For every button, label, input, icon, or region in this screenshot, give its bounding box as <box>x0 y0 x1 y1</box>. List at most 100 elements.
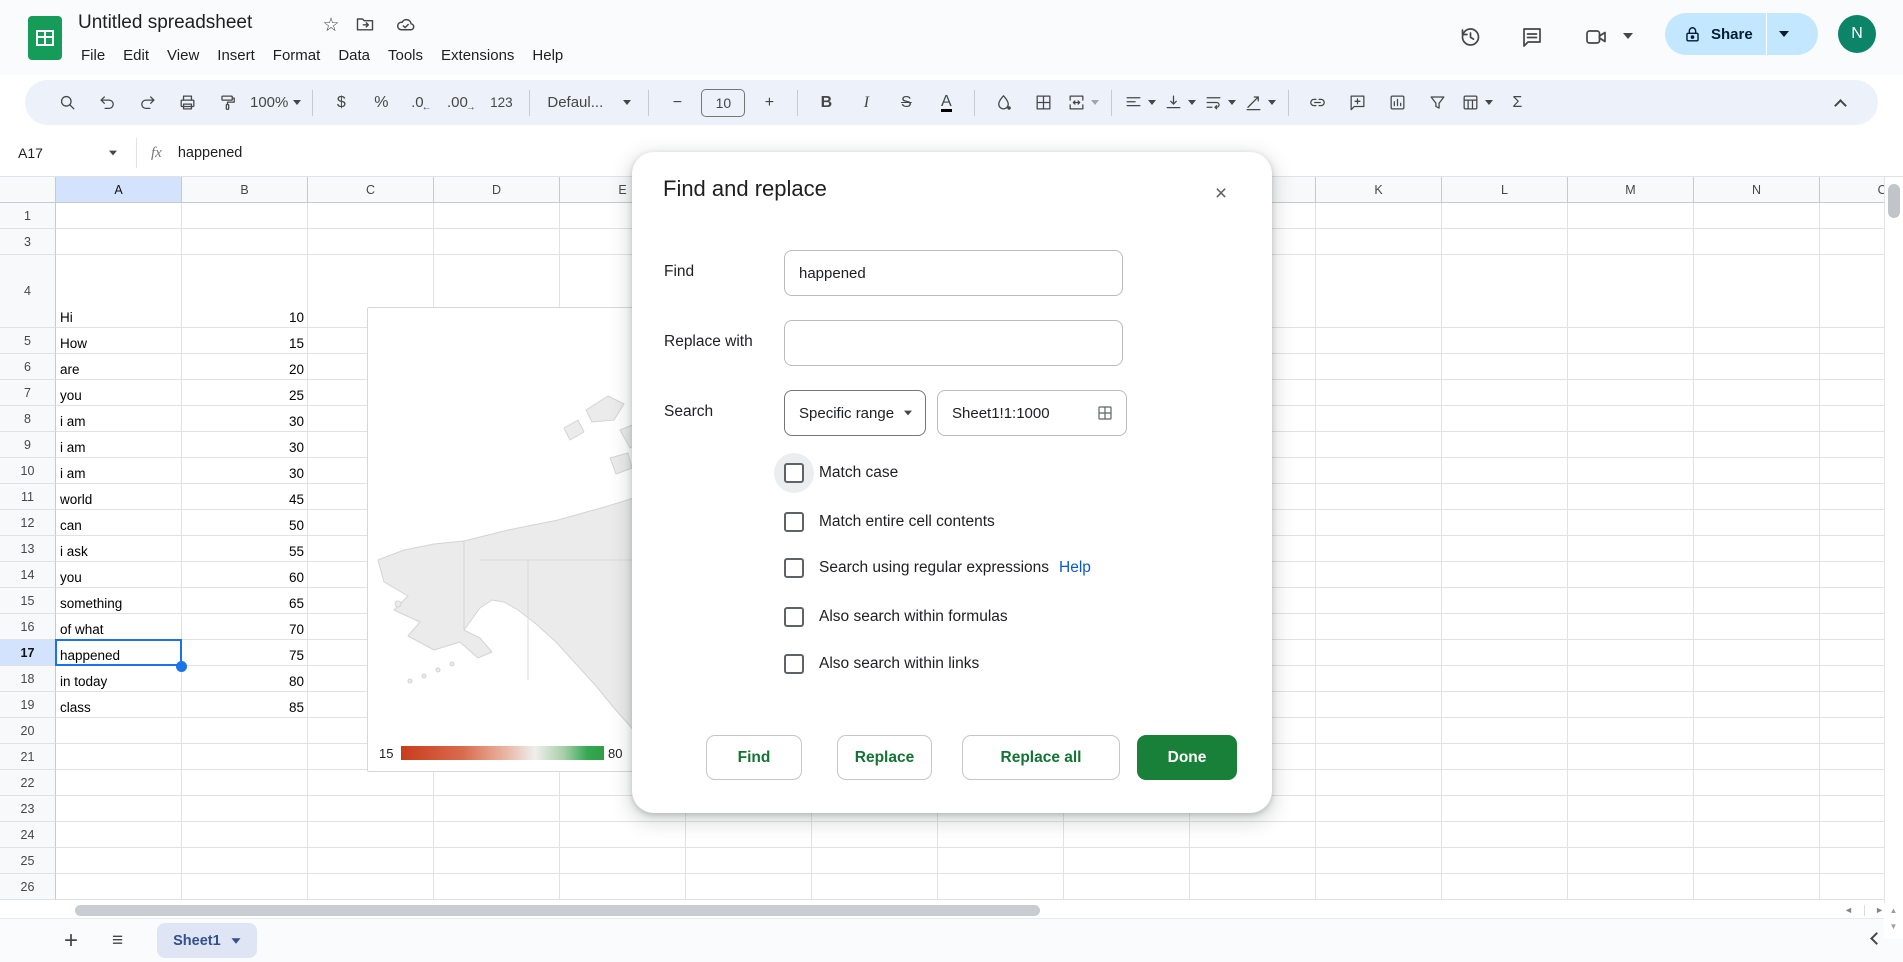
row-header-5[interactable]: 5 <box>0 328 56 354</box>
cell-A14[interactable]: you <box>56 562 182 588</box>
add-sheet-button[interactable]: + <box>64 927 78 955</box>
vertical-scrollbar[interactable] <box>1884 177 1903 903</box>
menu-data[interactable]: Data <box>329 44 379 70</box>
cell-B15[interactable]: 65 <box>182 588 308 614</box>
row-header-10[interactable]: 10 <box>0 458 56 484</box>
cell-B12[interactable]: 50 <box>182 510 308 536</box>
name-box-dropdown-icon[interactable] <box>109 150 117 156</box>
help-link[interactable]: Help <box>1059 559 1091 577</box>
row-header-16[interactable]: 16 <box>0 614 56 640</box>
row-header-14[interactable]: 14 <box>0 562 56 588</box>
cell-A8[interactable]: i am <box>56 406 182 432</box>
find-input[interactable]: happened <box>784 250 1123 296</box>
scroll-down-icon[interactable]: ▼ <box>1884 919 1903 935</box>
horizontal-scrollbar-thumb[interactable] <box>75 905 1040 916</box>
version-history-icon[interactable] <box>1451 18 1489 56</box>
column-header-N[interactable]: N <box>1694 177 1820 203</box>
menu-file[interactable]: File <box>72 44 114 70</box>
comment-history-icon[interactable] <box>1513 18 1551 56</box>
row-header-20[interactable]: 20 <box>0 718 56 744</box>
fill-handle[interactable] <box>176 661 187 672</box>
text-wrap-icon[interactable] <box>1203 86 1237 120</box>
column-header-L[interactable]: L <box>1442 177 1568 203</box>
menu-help[interactable]: Help <box>523 44 572 70</box>
formula-input[interactable]: happened <box>178 145 243 161</box>
select-all-corner[interactable] <box>0 177 56 203</box>
cell-B18[interactable]: 80 <box>182 666 308 692</box>
cell-B11[interactable]: 45 <box>182 484 308 510</box>
insert-comment-icon[interactable] <box>1340 86 1374 120</box>
column-header-A[interactable]: A <box>56 177 182 203</box>
cell-A13[interactable]: i ask <box>56 536 182 562</box>
menu-tools[interactable]: Tools <box>379 44 432 70</box>
cell-A9[interactable]: i am <box>56 432 182 458</box>
select-range-icon[interactable] <box>1096 404 1114 422</box>
cell-B7[interactable]: 25 <box>182 380 308 406</box>
row-header-18[interactable]: 18 <box>0 666 56 692</box>
share-dropdown-icon[interactable] <box>1778 31 1789 37</box>
undo-icon[interactable] <box>90 86 124 120</box>
cell-A15[interactable]: something <box>56 588 182 614</box>
row-header-1[interactable]: 1 <box>0 203 56 229</box>
table-views-icon[interactable] <box>1460 86 1494 120</box>
cell-B6[interactable]: 20 <box>182 354 308 380</box>
row-header-21[interactable]: 21 <box>0 744 56 770</box>
cell-A16[interactable]: of what <box>56 614 182 640</box>
cell-A4[interactable]: Hi <box>56 255 182 328</box>
filter-icon[interactable] <box>1420 86 1454 120</box>
text-rotation-icon[interactable] <box>1243 86 1277 120</box>
bold-button[interactable]: B <box>809 86 843 120</box>
sheets-logo-icon[interactable] <box>28 16 62 60</box>
paint-format-icon[interactable] <box>210 86 244 120</box>
cell-A12[interactable]: can <box>56 510 182 536</box>
insert-chart-icon[interactable] <box>1380 86 1414 120</box>
print-icon[interactable] <box>170 86 204 120</box>
cell-B13[interactable]: 55 <box>182 536 308 562</box>
done-button[interactable]: Done <box>1137 735 1237 780</box>
redo-icon[interactable] <box>130 86 164 120</box>
checkbox-search-using-regular-expressions[interactable] <box>784 558 804 578</box>
scroll-up-icon[interactable]: ▲ <box>1884 903 1903 919</box>
sheet-tab-menu-icon[interactable] <box>231 937 241 944</box>
increase-font-size-button[interactable]: + <box>752 86 786 120</box>
row-header-19[interactable]: 19 <box>0 692 56 718</box>
decrease-font-size-button[interactable]: − <box>660 86 694 120</box>
cell-B9[interactable]: 30 <box>182 432 308 458</box>
cell-B8[interactable]: 30 <box>182 406 308 432</box>
font-select[interactable]: Defaul... <box>541 86 637 120</box>
row-header-25[interactable]: 25 <box>0 848 56 874</box>
cell-B10[interactable]: 30 <box>182 458 308 484</box>
replace-button[interactable]: Replace <box>837 735 932 780</box>
zoom-select[interactable]: 100% <box>250 86 302 120</box>
avatar[interactable]: N <box>1838 15 1876 53</box>
vertical-scrollbar-thumb[interactable] <box>1888 184 1900 218</box>
row-header-12[interactable]: 12 <box>0 510 56 536</box>
row-header-15[interactable]: 15 <box>0 588 56 614</box>
format-currency-button[interactable]: $ <box>324 86 358 120</box>
decrease-decimal-button[interactable]: .0 ← <box>404 86 438 120</box>
column-header-M[interactable]: M <box>1568 177 1694 203</box>
cell-B14[interactable]: 60 <box>182 562 308 588</box>
row-header-6[interactable]: 6 <box>0 354 56 380</box>
horizontal-scrollbar[interactable] <box>0 902 1903 918</box>
strikethrough-button[interactable]: S <box>889 86 923 120</box>
cell-B17[interactable]: 75 <box>182 640 308 666</box>
row-header-7[interactable]: 7 <box>0 380 56 406</box>
borders-icon[interactable] <box>1026 86 1060 120</box>
cell-A10[interactable]: i am <box>56 458 182 484</box>
cell-A19[interactable]: class <box>56 692 182 718</box>
close-icon[interactable]: × <box>1205 178 1237 210</box>
meet-video-icon[interactable] <box>1577 18 1615 56</box>
document-title[interactable]: Untitled spreadsheet <box>78 12 252 34</box>
vertical-align-icon[interactable] <box>1163 86 1197 120</box>
all-sheets-icon[interactable]: ≡ <box>112 930 123 952</box>
menu-format[interactable]: Format <box>264 44 330 70</box>
move-folder-icon[interactable] <box>352 14 378 40</box>
share-button[interactable]: Share <box>1665 13 1818 55</box>
star-icon[interactable]: ☆ <box>318 14 344 37</box>
cell-A6[interactable]: are <box>56 354 182 380</box>
row-header-17[interactable]: 17 <box>0 640 56 666</box>
replace-input[interactable] <box>784 320 1123 366</box>
more-formats-button[interactable]: 123 <box>484 86 518 120</box>
cell-A11[interactable]: world <box>56 484 182 510</box>
